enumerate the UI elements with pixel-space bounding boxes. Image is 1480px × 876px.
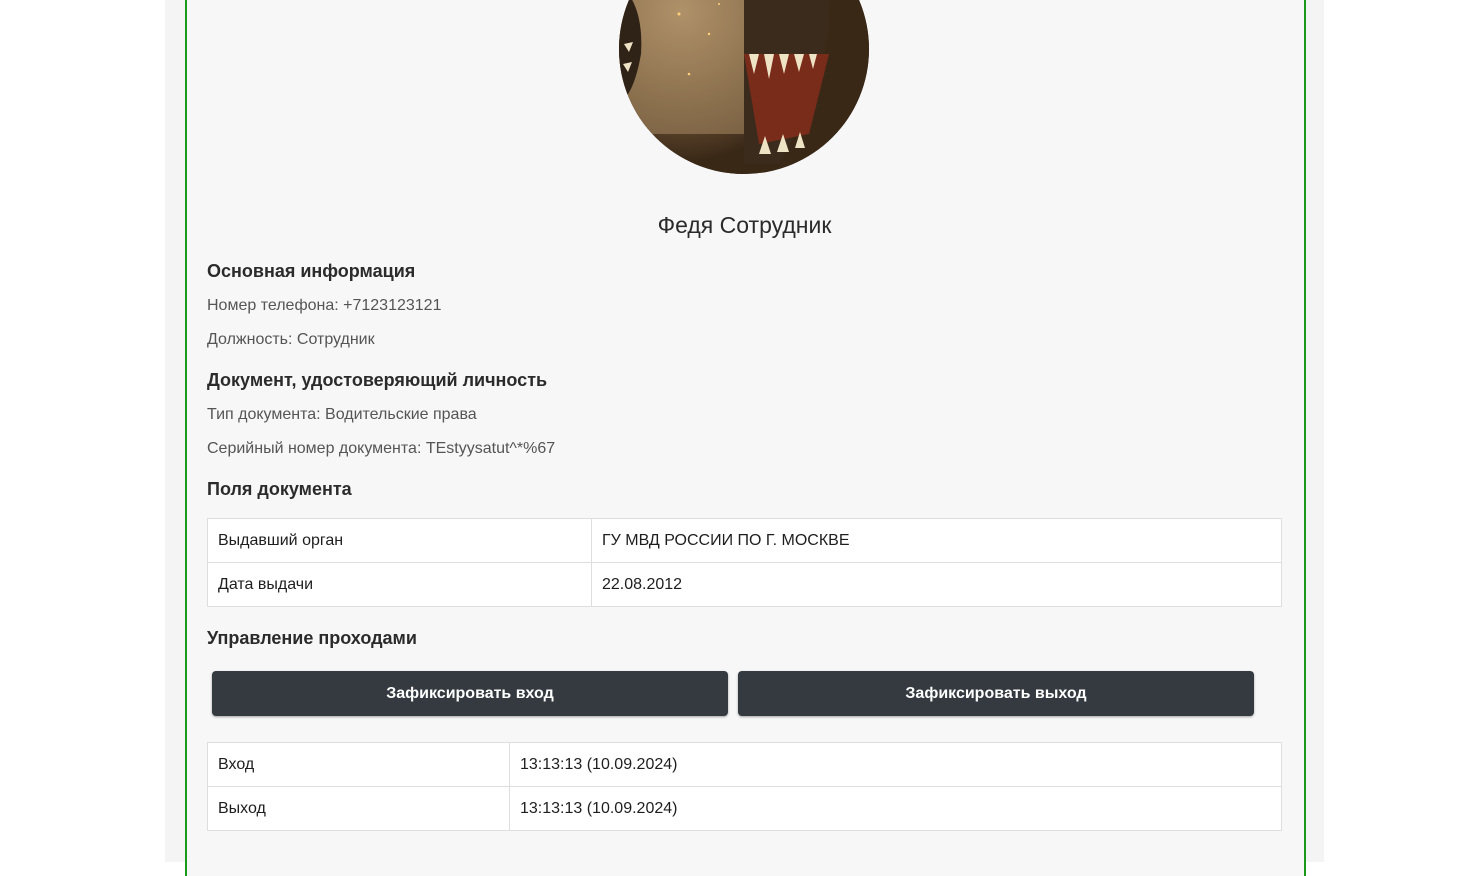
- pass-control-heading: Управление проходами: [207, 628, 417, 648]
- basic-info-heading: Основная информация: [207, 261, 416, 281]
- field-label: Дата выдачи: [207, 562, 592, 607]
- document-fields-table: Выдавший орган ГУ МВД РОССИИ ПО Г. МОСКВ…: [207, 518, 1282, 607]
- log-value: 13:13:13 (10.09.2024): [509, 786, 1282, 831]
- log-label: Вход: [207, 742, 510, 787]
- job-position: Должность: Сотрудник: [207, 331, 375, 348]
- id-document-heading: Документ, удостоверяющий личность: [207, 370, 548, 390]
- field-value: ГУ МВД РОССИИ ПО Г. МОСКВЕ: [591, 518, 1282, 563]
- log-label: Выход: [207, 786, 510, 831]
- record-exit-button[interactable]: Зафиксировать выход: [738, 671, 1254, 716]
- pass-log-table: Вход 13:13:13 (10.09.2024) Выход 13:13:1…: [207, 742, 1282, 831]
- table-row: Вход 13:13:13 (10.09.2024): [207, 742, 1282, 787]
- document-serial: Серийный номер документа: TEstyysatut^*%…: [207, 440, 556, 457]
- table-row: Выход 13:13:13 (10.09.2024): [207, 786, 1282, 831]
- field-label: Выдавший орган: [207, 518, 592, 563]
- record-entry-button[interactable]: Зафиксировать вход: [212, 671, 728, 716]
- log-value: 13:13:13 (10.09.2024): [509, 742, 1282, 787]
- field-value: 22.08.2012: [591, 562, 1282, 607]
- document-fields-heading: Поля документа: [207, 479, 352, 499]
- employee-name: Федя Сотрудник: [657, 212, 832, 238]
- table-row: Дата выдачи 22.08.2012: [207, 562, 1282, 607]
- phone-number: Номер телефона: +7123123121: [207, 297, 442, 314]
- document-type: Тип документа: Водительские права: [207, 406, 477, 423]
- table-row: Выдавший орган ГУ МВД РОССИИ ПО Г. МОСКВ…: [207, 518, 1282, 563]
